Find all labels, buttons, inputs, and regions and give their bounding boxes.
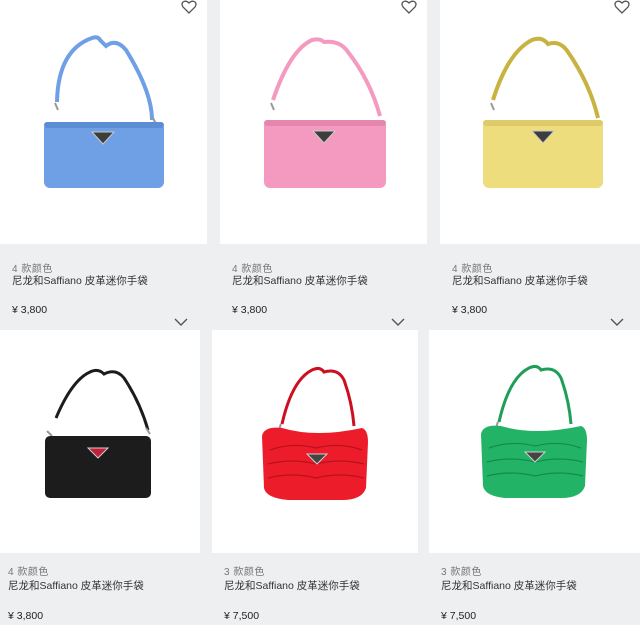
product-image[interactable] <box>0 0 207 244</box>
product-price: ¥ 3,800 <box>12 304 48 316</box>
product-title[interactable]: 尼龙和Saffiano 皮革迷你手袋 <box>441 578 577 593</box>
product-price: ¥ 7,500 <box>441 610 477 622</box>
product-card[interactable]: 4 款颜色 尼龙和Saffiano 皮革迷你手袋 ¥ 3,800 <box>0 318 200 625</box>
chevron-down-icon[interactable] <box>390 318 408 330</box>
handbag-image <box>262 366 368 500</box>
heart-icon[interactable] <box>614 0 632 16</box>
product-title[interactable]: 尼龙和Saffiano 皮革迷你手袋 <box>452 273 588 288</box>
product-title[interactable]: 尼龙和Saffiano 皮革迷你手袋 <box>12 273 148 288</box>
handbag-image <box>45 368 151 498</box>
handbag-image <box>483 36 603 188</box>
product-title[interactable]: 尼龙和Saffiano 皮革迷你手袋 <box>232 273 368 288</box>
chevron-down-icon[interactable] <box>173 318 191 330</box>
heart-icon[interactable] <box>401 0 419 16</box>
product-card[interactable]: 3 款颜色 尼龙和Saffiano 皮革迷你手袋 ¥ 7,500 <box>212 318 418 625</box>
product-price: ¥ 3,800 <box>452 304 488 316</box>
handbag-image <box>481 364 587 498</box>
handbag-image <box>264 37 386 188</box>
chevron-down-icon[interactable] <box>609 318 627 330</box>
product-card[interactable]: 4 款颜色 尼龙和Saffiano 皮革迷你手袋 ¥ 3,800 <box>220 0 427 318</box>
color-count: 4 款颜色 <box>8 567 49 578</box>
product-image[interactable] <box>440 0 640 244</box>
product-price: ¥ 3,800 <box>232 304 268 316</box>
color-count: 3 款颜色 <box>224 567 265 578</box>
heart-icon[interactable] <box>181 0 199 16</box>
handbag-image <box>44 35 164 188</box>
product-card[interactable]: 3 款颜色 尼龙和Saffiano 皮革迷你手袋 ¥ 7,500 <box>429 318 640 625</box>
product-title[interactable]: 尼龙和Saffiano 皮革迷你手袋 <box>8 578 144 593</box>
product-image[interactable] <box>0 318 200 553</box>
product-image[interactable] <box>429 318 640 553</box>
product-price: ¥ 3,800 <box>8 610 44 622</box>
product-card[interactable]: 4 款颜色 尼龙和Saffiano 皮革迷你手袋 ¥ 3,800 <box>0 0 207 318</box>
product-image[interactable] <box>220 0 427 244</box>
product-card[interactable]: 4 款颜色 尼龙和Saffiano 皮革迷你手袋 ¥ 3,800 <box>440 0 640 318</box>
color-count: 3 款颜色 <box>441 567 482 578</box>
product-title[interactable]: 尼龙和Saffiano 皮革迷你手袋 <box>224 578 360 593</box>
product-image[interactable] <box>212 318 418 553</box>
product-price: ¥ 7,500 <box>224 610 260 622</box>
